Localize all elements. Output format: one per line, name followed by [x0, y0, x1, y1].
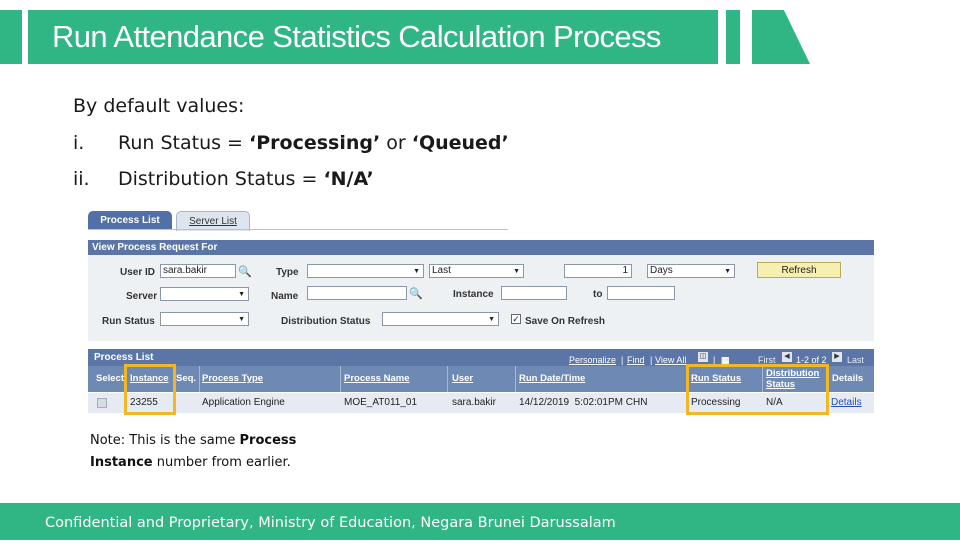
instance-highlight-box — [124, 364, 176, 415]
next-arrow-icon[interactable]: ▶ — [832, 352, 842, 362]
intro-item-1-prefix: Run Status = — [118, 132, 250, 154]
col-run-datetime[interactable]: Run Date/Time — [519, 366, 585, 392]
note-line-2-bold: Instance — [90, 455, 153, 470]
intro-item-1-value: ‘Processing’ — [249, 132, 381, 154]
note-line-1-bold: Process — [239, 433, 297, 448]
note-line-2-suffix: number from earlier. — [152, 455, 291, 470]
tab-divider — [88, 229, 508, 230]
row-process-name: MOE_AT011_01 — [344, 397, 418, 408]
title-accent-right-2 — [752, 10, 810, 64]
intro-item-2-value: ‘N/A’ — [323, 168, 374, 190]
period-unit-select[interactable]: Days — [647, 264, 735, 278]
intro-item-1: Run Status = ‘Processing’ or ‘Queued’ — [118, 132, 509, 154]
period-count-input[interactable]: 1 — [564, 264, 632, 278]
col-process-name[interactable]: Process Name — [344, 366, 409, 392]
period-select[interactable]: Last — [429, 264, 524, 278]
col-process-type[interactable]: Process Type — [202, 366, 263, 392]
filter-section-header: View Process Request For — [88, 240, 874, 255]
intro-heading: By default values: — [73, 95, 245, 117]
user-id-input[interactable]: sara.bakir — [160, 264, 236, 278]
tab-process-list[interactable]: Process List — [88, 211, 172, 230]
instance-to-input[interactable] — [607, 286, 675, 300]
distribution-status-label: Distribution Status — [281, 316, 371, 327]
download-icon[interactable]: ◫ — [698, 352, 708, 362]
intro-item-1-number: i. — [73, 132, 85, 154]
instance-label: Instance — [453, 289, 494, 300]
col-seq: Seq. — [176, 373, 197, 384]
status-highlight-box — [686, 364, 829, 415]
save-on-refresh-checkbox[interactable]: ✓ — [511, 314, 521, 324]
note-line-1-prefix: Note: This is the same — [90, 433, 240, 448]
row-select-checkbox[interactable] — [97, 398, 107, 408]
type-label: Type — [276, 267, 299, 278]
col-user[interactable]: User — [452, 366, 473, 392]
instance-to-label: to — [593, 289, 603, 300]
prev-arrow-icon[interactable]: ◀ — [782, 352, 792, 362]
col-separator — [447, 366, 448, 392]
slide-title: Run Attendance Statistics Calculation Pr… — [52, 19, 661, 54]
instance-from-input[interactable] — [501, 286, 567, 300]
col-separator — [515, 366, 516, 392]
run-status-select[interactable] — [160, 312, 249, 326]
distribution-status-select[interactable] — [382, 312, 499, 326]
tab-server-list[interactable]: Server List — [176, 211, 250, 231]
col-details: Details — [832, 373, 864, 384]
user-id-label: User ID — [120, 267, 156, 278]
footer-text: Confidential and Proprietary, Ministry o… — [45, 515, 616, 531]
title-accent-left — [0, 10, 22, 64]
save-on-refresh-label: Save On Refresh — [525, 316, 606, 327]
refresh-button[interactable]: Refresh — [757, 262, 841, 278]
server-label: Server — [126, 291, 158, 302]
note-line-2: Instance number from earlier. — [90, 452, 296, 474]
row-details-link[interactable]: Details — [831, 393, 862, 413]
intro-item-1-value2: ‘Queued’ — [411, 132, 509, 154]
intro-item-1-mid: or — [380, 132, 412, 154]
name-lookup-icon[interactable]: 🔍 — [409, 287, 423, 300]
run-status-label: Run Status — [102, 316, 155, 327]
intro-item-2: Distribution Status = ‘N/A’ — [118, 168, 374, 190]
intro-item-2-number: ii. — [73, 168, 90, 190]
row-user: sara.bakir — [452, 397, 496, 408]
name-input[interactable] — [307, 286, 407, 300]
row-process-type: Application Engine — [202, 397, 285, 408]
user-id-lookup-icon[interactable]: 🔍 — [238, 265, 252, 278]
col-separator — [199, 366, 200, 392]
server-select[interactable] — [160, 287, 249, 301]
intro-item-2-prefix: Distribution Status = — [118, 168, 324, 190]
title-accent-right-1 — [726, 10, 740, 64]
col-select: Select — [96, 373, 124, 384]
row-run-datetime: 14/12/2019 5:02:01PM CHN — [519, 397, 648, 408]
note-text: Note: This is the same Process Instance … — [90, 430, 296, 474]
col-separator — [340, 366, 341, 392]
name-label: Name — [271, 291, 299, 302]
note-line-1: Note: This is the same Process — [90, 430, 296, 452]
type-select[interactable] — [307, 264, 424, 278]
